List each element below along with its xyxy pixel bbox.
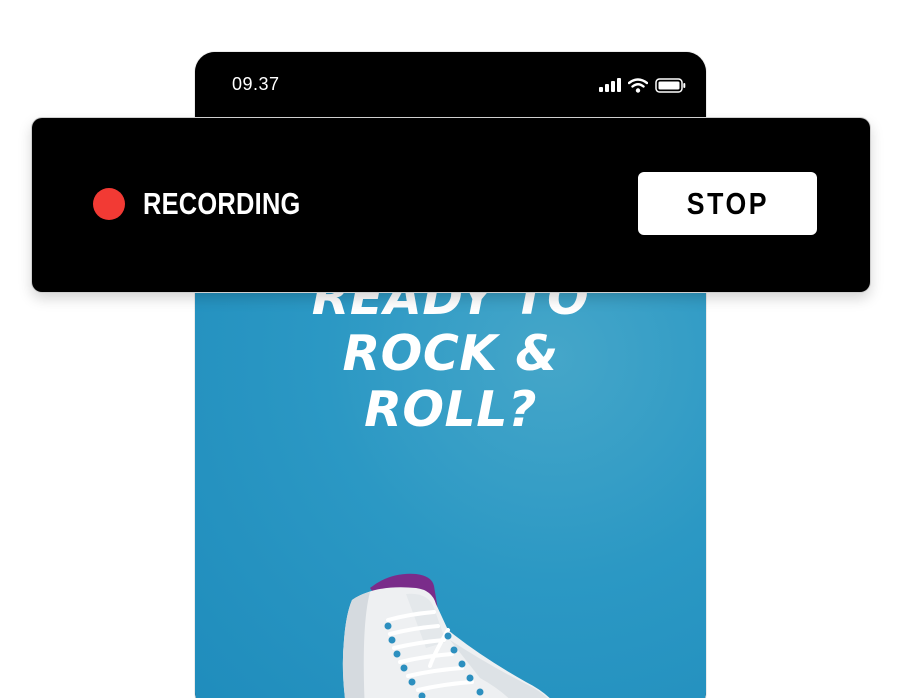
recording-label: RECORDING: [143, 186, 301, 221]
wifi-icon: [628, 77, 648, 93]
stop-button[interactable]: STOP: [638, 172, 817, 235]
battery-icon: [655, 77, 686, 93]
status-bar: 09.37: [195, 52, 706, 120]
headline-line-2: ROCK &: [342, 325, 559, 382]
stage: 09.37 READY TO ROCK & ROLL? RECORDING ST…: [0, 0, 902, 698]
headline-line-3: ROLL?: [364, 381, 537, 438]
status-icons: [599, 76, 686, 94]
stop-button-label: STOP: [686, 185, 769, 221]
roller-skate-illustration: [342, 573, 550, 698]
recording-bar: RECORDING STOP: [32, 118, 870, 292]
status-time: 09.37: [232, 74, 280, 94]
recording-indicator-icon: [93, 188, 125, 220]
signal-icon: [599, 78, 621, 92]
